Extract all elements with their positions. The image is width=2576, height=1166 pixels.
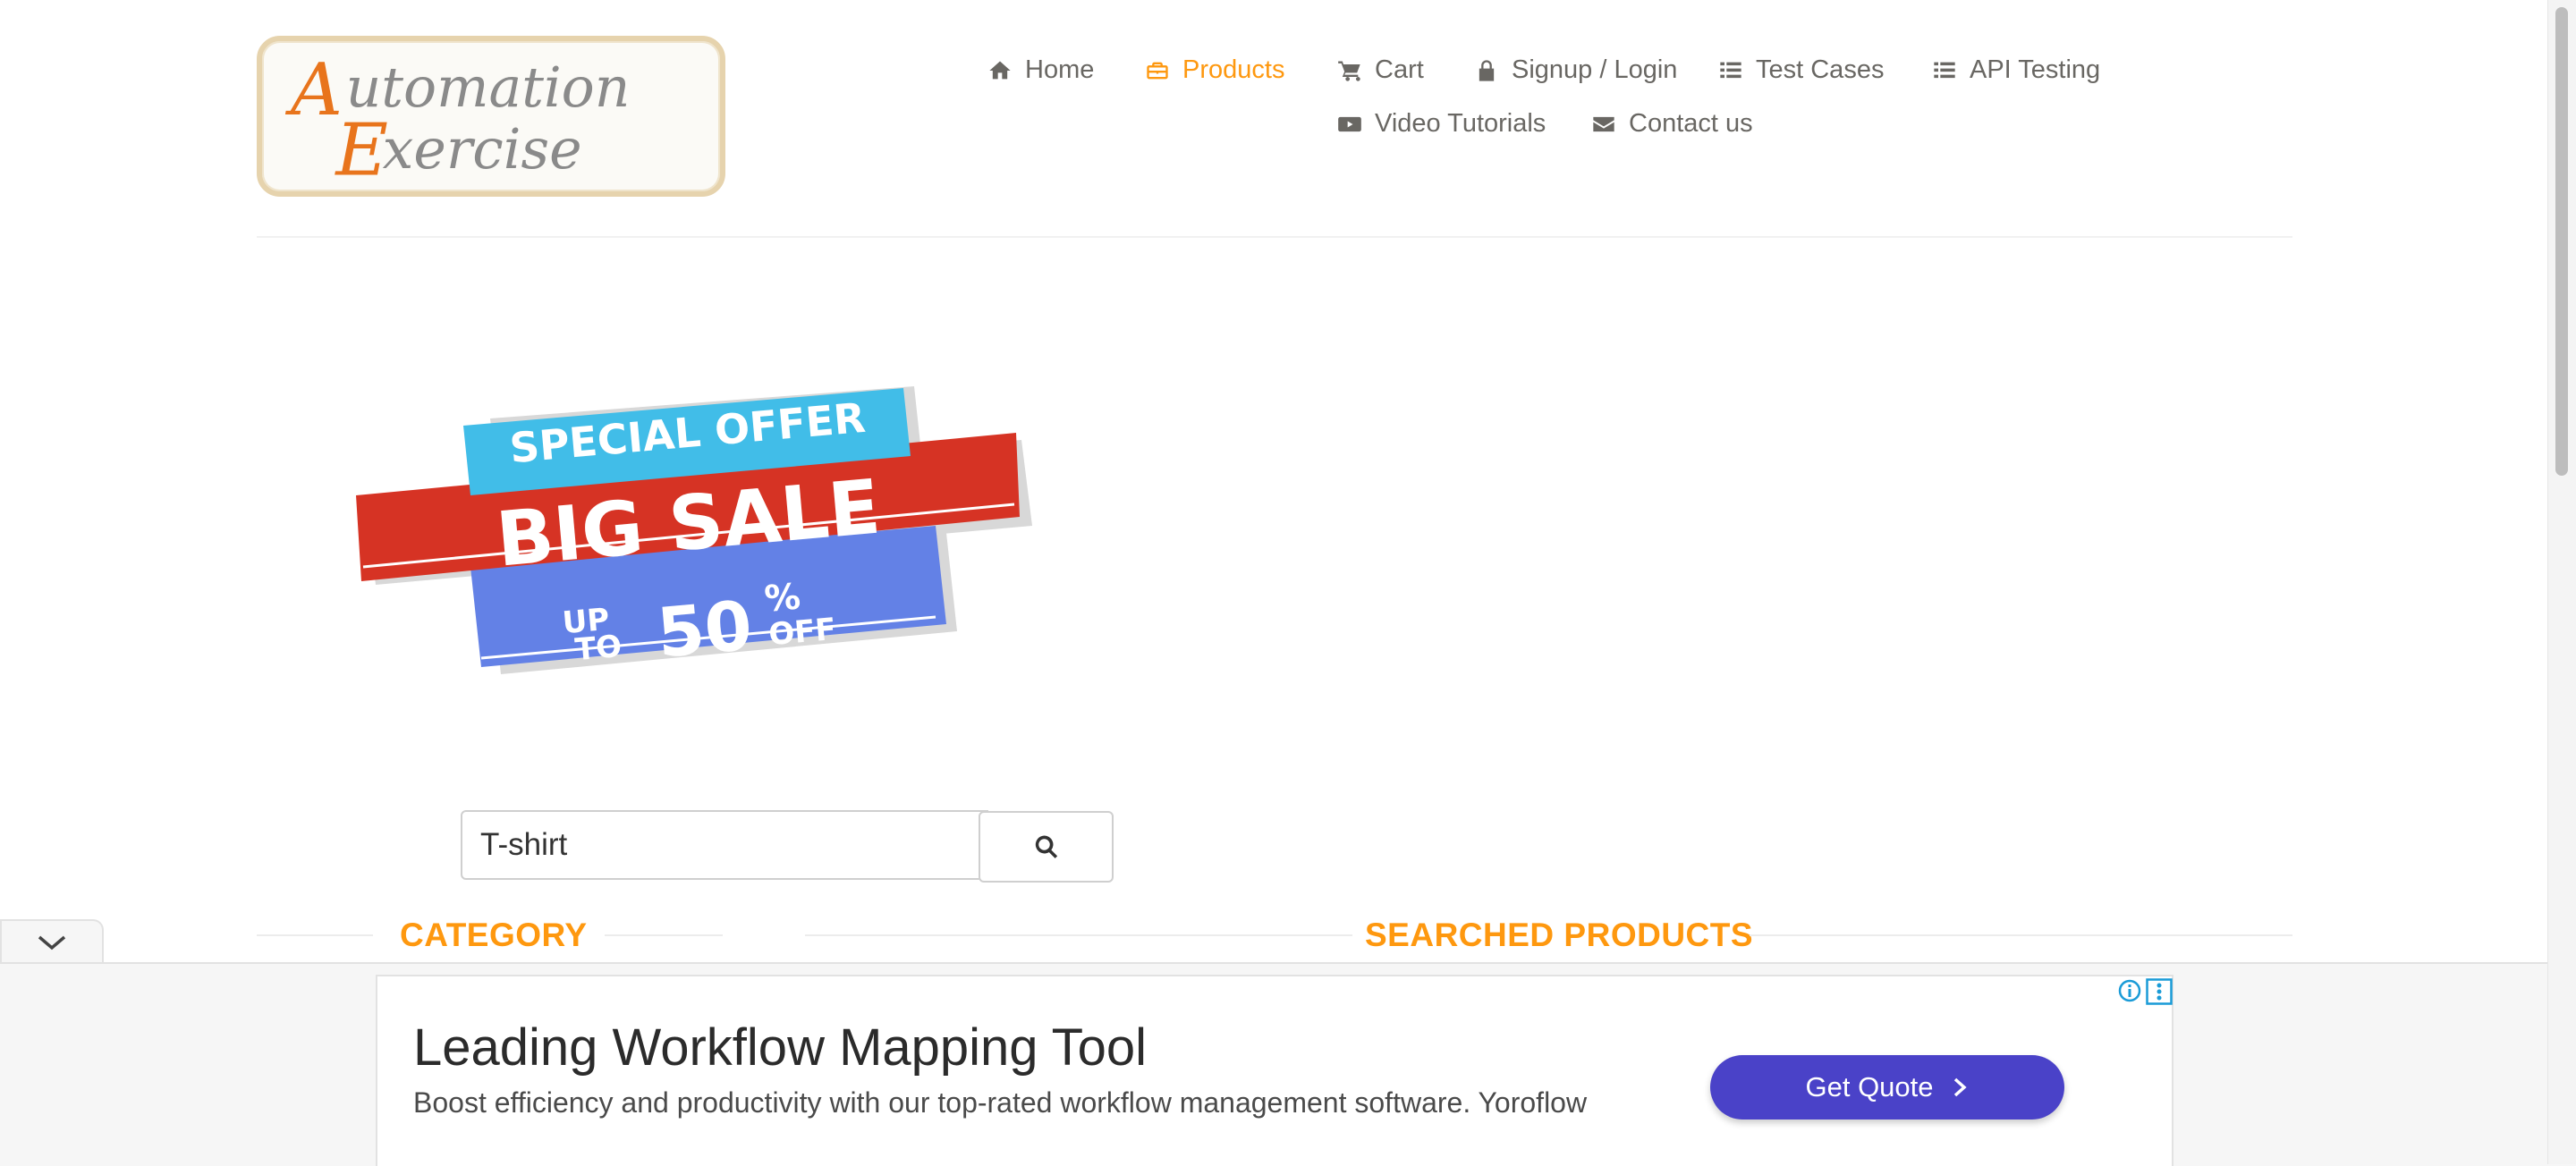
ad-body-text: Boost efficiency and productivity with o… (413, 1086, 1588, 1119)
nav-products[interactable]: Products (1145, 55, 1284, 85)
nav-test-cases[interactable]: Test Cases (1718, 55, 1884, 85)
envelope-icon (1593, 116, 1614, 131)
ad-banner: Leading Workflow Mapping Tool Boost effi… (0, 962, 2576, 1166)
sale-banner: SPECIAL OFFER BIG SALE UP TO 50 % OFF (356, 383, 1048, 696)
nav-video-tutorials[interactable]: Video Tutorials (1337, 109, 1546, 139)
cart-icon (1338, 61, 1360, 81)
searched-products-title: SEARCHED PRODUCTS (1365, 917, 1754, 953)
page-scrollbar-thumb[interactable] (2555, 7, 2568, 476)
nav-api-testing[interactable]: API Testing (1932, 55, 2100, 85)
ad-headline: Leading Workflow Mapping Tool (413, 1018, 1148, 1077)
search-icon (1035, 835, 1057, 858)
get-quote-button[interactable]: Get Quote (1710, 1055, 2064, 1120)
category-title-line-left (257, 934, 373, 936)
banner-percent: % (763, 576, 802, 620)
category-title-line-right (605, 934, 723, 936)
briefcase-icon (1147, 62, 1168, 79)
youtube-icon (1338, 116, 1361, 131)
nav-products-label: Products (1182, 55, 1285, 84)
nav-home[interactable]: Home (987, 55, 1094, 85)
nav-api-testing-label: API Testing (1970, 55, 2101, 84)
nav-test-cases-label: Test Cases (1756, 55, 1885, 84)
list-icon (1720, 62, 1741, 78)
nav-signup-login[interactable]: Signup / Login (1474, 55, 1677, 85)
category-title: CATEGORY (400, 917, 588, 953)
ad-info-icon[interactable] (2117, 978, 2142, 1003)
sale-banner-graphic: SPECIAL OFFER BIG SALE UP TO 50 % OFF (356, 386, 1032, 674)
nav-cart[interactable]: Cart (1337, 55, 1424, 85)
nav-home-label: Home (1025, 55, 1095, 84)
search-product-input[interactable] (461, 810, 988, 880)
ad-collapse-button[interactable] (0, 919, 104, 964)
banner-amount: 50 (654, 586, 755, 673)
searched-title-line-right (1750, 934, 2292, 936)
banner-off: OFF (767, 612, 838, 653)
ad-card[interactable]: Leading Workflow Mapping Tool Boost effi… (376, 975, 2174, 1166)
list-icon (1934, 62, 1955, 78)
get-quote-label: Get Quote (1805, 1071, 1934, 1103)
ad-close-icon[interactable] (2146, 978, 2173, 1005)
nav-contact-us[interactable]: Contact us (1591, 109, 1753, 139)
searched-title-line-left (805, 934, 1352, 936)
nav-cart-label: Cart (1375, 55, 1424, 84)
lock-icon (1479, 59, 1495, 81)
home-icon (989, 61, 1011, 79)
banner-to: TO (573, 629, 623, 668)
chevron-down-icon (38, 935, 66, 951)
nav-signup-login-label: Signup / Login (1512, 55, 1678, 84)
search-submit-button[interactable] (979, 811, 1114, 883)
nav-video-tutorials-label: Video Tutorials (1375, 109, 1546, 138)
nav-contact-us-label: Contact us (1629, 109, 1753, 138)
chevron-right-icon (1953, 1077, 1967, 1097)
header-divider (257, 236, 2292, 238)
main-nav: Home Products Cart Signup / Login Test C… (0, 0, 2576, 179)
